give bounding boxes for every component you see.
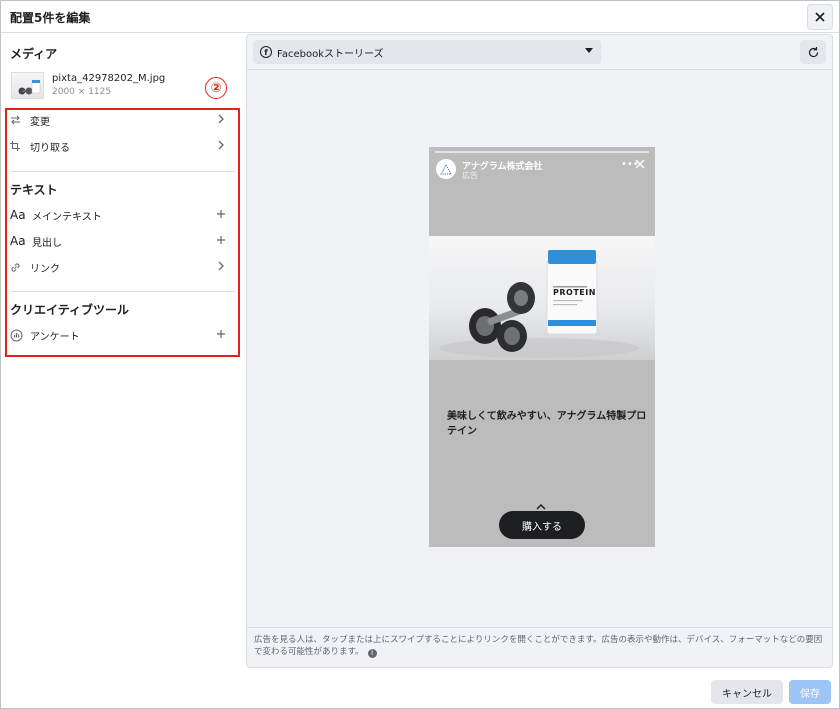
placement-label: Facebookストーリーズ xyxy=(277,48,384,60)
ad-image: PROTEIN xyxy=(429,236,655,360)
refresh-icon xyxy=(808,46,818,57)
product-label: PROTEIN xyxy=(553,288,596,297)
notice-divider xyxy=(247,627,832,628)
ad-caption: 美味しくて飲みやすい、アナグラム特製プロテイン xyxy=(447,411,647,437)
placement-dropdown[interactable]: f Facebookストーリーズ xyxy=(253,40,601,64)
media-thumbnail xyxy=(11,72,44,99)
media-file-name: pixta_42978202_M.jpg xyxy=(52,73,166,84)
page-avatar xyxy=(436,159,456,179)
refresh-button[interactable] xyxy=(800,40,826,64)
annotation-highlight-box xyxy=(5,108,240,357)
edit-panel: メディア pixta_42978202_M.jpg 2000 × 1125 ② … xyxy=(1,34,244,674)
story-progress-bar xyxy=(435,151,649,153)
story-preview: アナグラム株式会社 広告 ••• PROTEIN 美味しくて飲みやすい、アナグラ… xyxy=(429,147,655,547)
media-dimensions: 2000 × 1125 xyxy=(52,87,112,97)
dialog-header: 配置5件を編集 xyxy=(1,1,839,33)
toolbar-divider xyxy=(247,69,832,70)
media-file: pixta_42978202_M.jpg 2000 × 1125 xyxy=(10,69,230,105)
story-close-icon[interactable] xyxy=(635,159,645,172)
caret-down-icon xyxy=(585,48,593,53)
edit-placements-dialog: 配置5件を編集 メディア pixta_42978202_M.jpg 2000 ×… xyxy=(0,0,840,709)
info-icon[interactable]: i xyxy=(367,649,377,658)
dialog-title: 配置5件を編集 xyxy=(10,11,91,25)
save-button[interactable]: 保存 xyxy=(789,680,831,704)
media-section-title: メディア xyxy=(10,47,58,61)
cancel-button[interactable]: キャンセル xyxy=(711,680,783,704)
close-button[interactable] xyxy=(807,4,833,30)
facebook-icon: f xyxy=(260,46,272,58)
close-icon xyxy=(815,12,825,22)
preview-panel: f Facebookストーリーズ アナグラム株式会社 広告 ••• PROTEI… xyxy=(246,34,833,668)
sponsored-label: 広告 xyxy=(462,171,478,180)
cta-button[interactable]: 購入する xyxy=(499,511,585,539)
preview-notice-text: 広告を見る人は、タップまたは上にスワイプすることによりリンクを開くことができます… xyxy=(254,635,823,657)
annotation-badge: ② xyxy=(205,77,227,99)
preview-notice: 広告を見る人は、タップまたは上にスワイプすることによりリンクを開くことができます… xyxy=(254,634,829,658)
